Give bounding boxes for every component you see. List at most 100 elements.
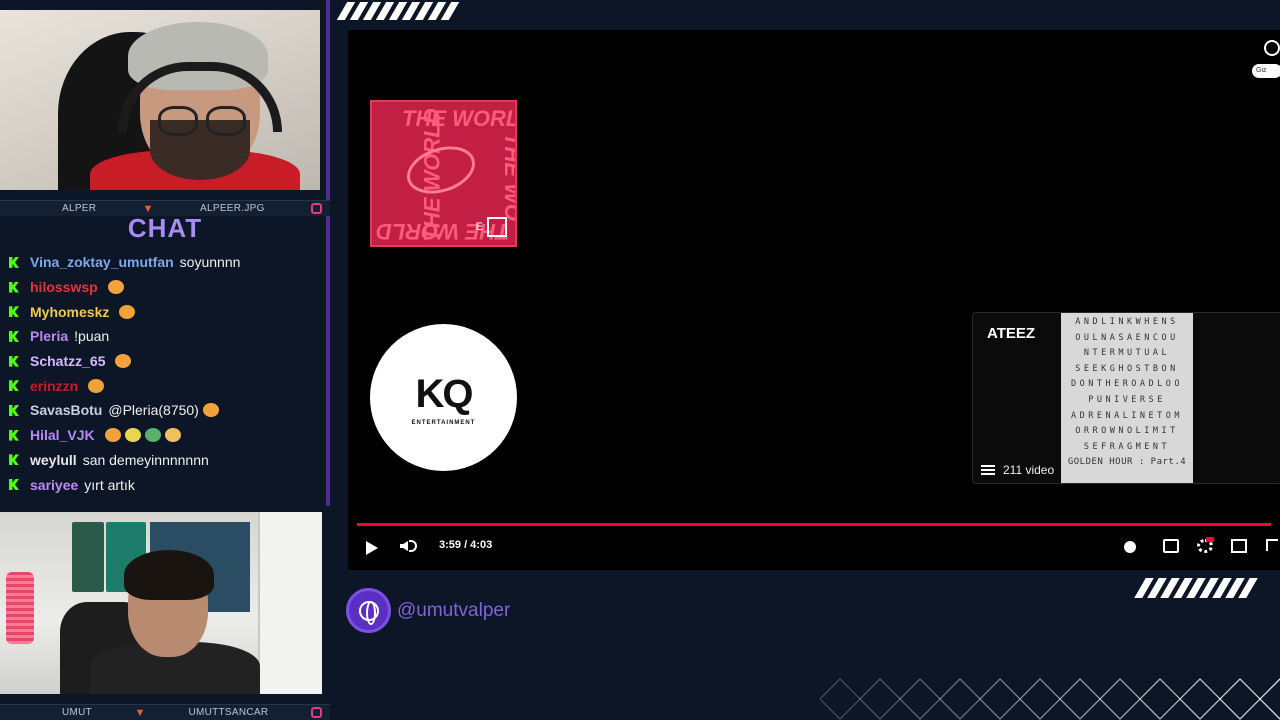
chat-username[interactable]: weylull	[30, 452, 77, 468]
emote-icon	[107, 280, 124, 295]
puzzle-row: SEEKGHOSTBON	[1075, 363, 1179, 374]
emote-icon	[144, 428, 161, 443]
chat-username[interactable]: Hilal_VJK	[30, 427, 95, 443]
album-symbol-icon	[400, 138, 482, 202]
kick-icon	[9, 330, 19, 342]
chat-username[interactable]: hilosswsp	[30, 279, 98, 295]
decor-stripes-bottom	[1134, 578, 1258, 598]
chat-username[interactable]: Pleria	[30, 328, 68, 344]
hide-pill[interactable]: Giz	[1252, 64, 1280, 78]
album-cover[interactable]: THE WORLD THE WORLD THE WO THE WORLD E	[370, 100, 517, 247]
brand-handle-text: @umutvalper	[397, 599, 511, 621]
chat-message: Myhomeskz	[0, 299, 330, 324]
chat-username[interactable]: erinzzn	[30, 378, 78, 394]
chat-username[interactable]: SavasBotu	[30, 402, 102, 418]
kick-icon	[9, 404, 19, 416]
chat-text: !puan	[74, 328, 110, 345]
miniplayer-icon[interactable]	[1231, 539, 1247, 553]
autoplay-toggle-icon[interactable]	[1124, 541, 1136, 553]
chat-title: CHAT	[127, 213, 203, 243]
hd-badge	[1206, 537, 1214, 542]
kick-icon	[9, 355, 19, 367]
time-display: 3:59 / 4:03	[439, 539, 493, 551]
volume-icon[interactable]	[400, 541, 408, 551]
webcam-bottom-right-label: UMUTTSANCAR	[188, 707, 269, 718]
label-logo-sub: ENTERTAINMENT	[411, 420, 476, 426]
chat-list: Vina_zoktay_umutfan soyunnnn hilosswsp Myho…	[0, 250, 330, 500]
webcam-bottom-left-label: UMUT	[62, 707, 93, 718]
emote-icon	[119, 304, 136, 319]
playlist-count-label: 211 video	[1003, 463, 1055, 477]
chat-message: sariyee yırt artık	[0, 472, 330, 497]
decor-stripes-top	[336, 2, 460, 20]
webcam-bottom-label-bar: UMUT ▼ UMUTTSANCAR	[0, 704, 330, 720]
kick-icon	[9, 479, 19, 491]
chat-message: Vina_zoktay_umutfan soyunnnn	[0, 250, 330, 275]
puzzle-row: ADRENALINETOM	[1070, 410, 1184, 421]
chat-message: weylull san demeyinnnnnnn	[0, 448, 330, 473]
kick-icon	[9, 454, 19, 466]
chat-username[interactable]: Schatzz_65	[30, 353, 105, 369]
kick-icon	[9, 306, 19, 318]
progress-bar[interactable]	[357, 523, 1271, 526]
emote-icon	[124, 428, 141, 443]
kick-icon	[9, 380, 19, 392]
decor-diamond-pattern	[820, 678, 1280, 720]
instagram-icon	[310, 707, 322, 718]
brand-handle: @umutvalper	[346, 588, 510, 633]
emote-icon	[202, 403, 219, 418]
webcam-top	[0, 10, 320, 190]
webcam-bottom	[0, 512, 322, 694]
kick-icon	[9, 429, 19, 441]
puzzle-row: NTERMUTUAL	[1083, 348, 1171, 359]
stream-layout: ALPER ▼ ALPEER.JPG CHAT Vina_zoktay_umut…	[0, 0, 1280, 720]
playlist-count: 211 video	[981, 463, 1054, 477]
emote-icon	[88, 378, 105, 393]
chat-message: erinzzn	[0, 373, 330, 398]
playlist-card[interactable]: ATEEZ ANDLINKWHENS OULNASAENCOU NTERMUTUAL…	[972, 312, 1280, 484]
explicit-icon: E	[475, 221, 483, 233]
chat-username[interactable]: sariyee	[30, 477, 78, 493]
label-logo: KQ ENTERTAINMENT	[370, 324, 517, 471]
puzzle-row: OULNASAENCOU	[1075, 332, 1179, 343]
puzzle-row: GOLDEN HOUR : Part.4	[1067, 457, 1187, 468]
play-icon[interactable]	[366, 541, 378, 555]
puzzle-row: ANDLINKWHENS	[1075, 317, 1179, 327]
fullscreen-icon[interactable]	[1266, 539, 1278, 551]
chat-text: soyunnnn	[179, 254, 241, 271]
chat-message: Hilal_VJK	[0, 423, 330, 448]
chat-username[interactable]: Vina_zoktay_umutfan	[30, 254, 174, 270]
emote-icon	[164, 428, 181, 443]
accent-strip-top	[326, 0, 330, 200]
chat-username[interactable]: Myhomeskz	[30, 304, 109, 320]
playlist-channel: ATEEZ	[987, 325, 1036, 342]
kick-icon	[9, 281, 19, 293]
player-top-right[interactable]: Giz	[1252, 40, 1280, 100]
label-logo-mark: KQ	[415, 372, 474, 416]
globe-icon	[346, 588, 391, 633]
accent-strip-chat	[326, 216, 330, 506]
kick-icon	[9, 256, 19, 268]
arrow-down-icon: ▼	[134, 706, 146, 719]
chat-message: hilosswsp	[0, 275, 330, 300]
puzzle-row: ORROWNOLIMIT	[1075, 426, 1179, 437]
chat-text: yırt artık	[84, 476, 135, 493]
external-link-icon[interactable]	[487, 217, 507, 237]
subtitles-icon[interactable]	[1163, 539, 1179, 553]
chat-message: SavasBotu @Pleria(8750)	[0, 398, 330, 423]
playlist-thumbnail[interactable]: ANDLINKWHENS OULNASAENCOU NTERMUTUAL SEEKGH…	[1061, 313, 1193, 483]
info-icon[interactable]	[1264, 40, 1280, 56]
chat-message: Schatzz_65	[0, 349, 330, 374]
puzzle-row: DONTHEROADLOO	[1070, 379, 1184, 390]
chat-text: san demeyinnnnnnn	[82, 451, 209, 468]
puzzle-row: SEFRAGMENT	[1083, 441, 1171, 452]
puzzle-row: PUNIVERSE	[1088, 394, 1166, 405]
chat-text: @Pleria(8750)	[108, 402, 199, 419]
volume-wave-icon[interactable]	[409, 540, 417, 552]
video-player[interactable]: THE WORLD THE WORLD THE WO THE WORLD E K…	[348, 30, 1280, 570]
emote-icon	[104, 428, 121, 443]
chat-message: Pleria !puan	[0, 324, 330, 349]
emote-icon	[115, 354, 132, 369]
player-controls: 3:59 / 4:03	[348, 532, 1280, 562]
playlist-icon	[981, 465, 995, 475]
